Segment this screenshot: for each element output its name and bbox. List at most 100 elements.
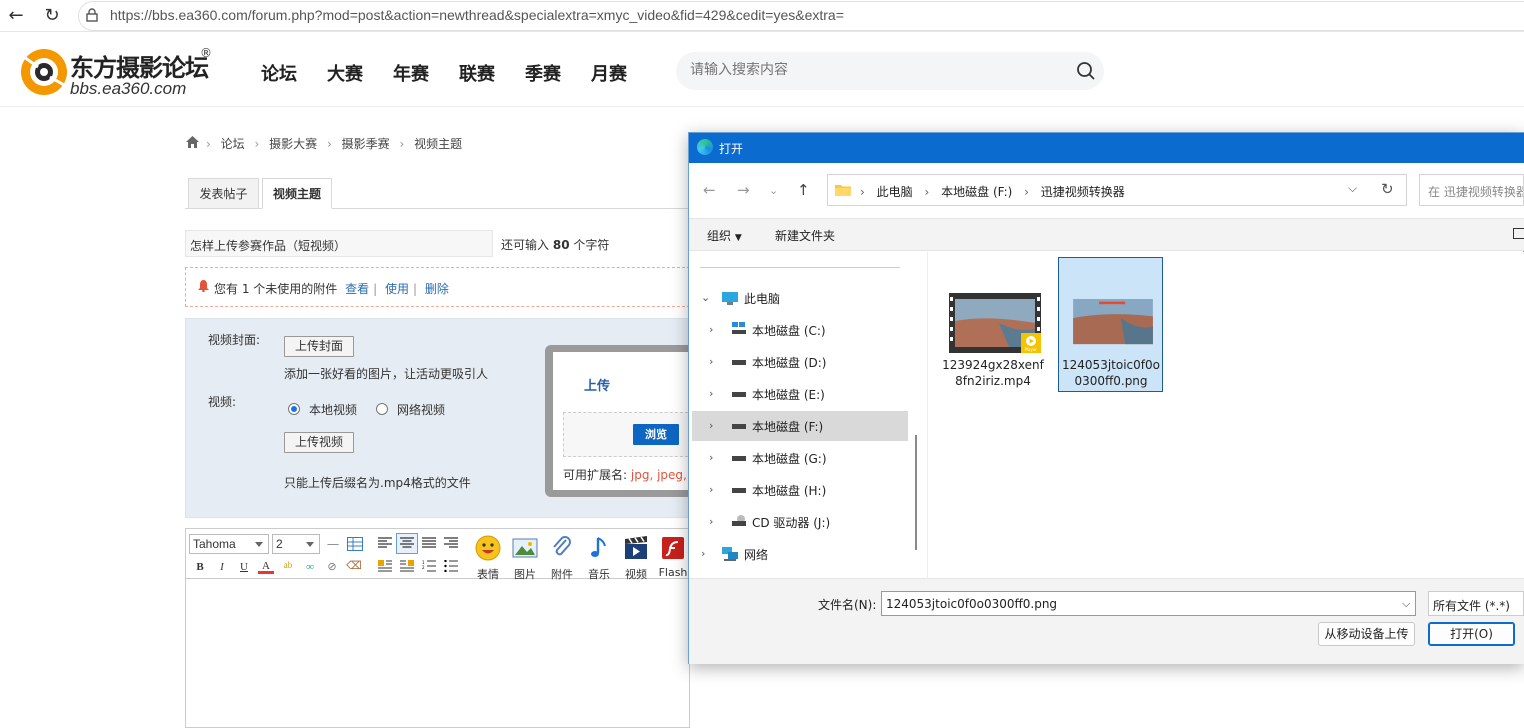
link-icon[interactable]: ∞ — [302, 559, 318, 575]
chevron-right-icon[interactable]: › — [709, 355, 713, 368]
nav-month[interactable]: 月赛 — [591, 60, 627, 86]
chevron-right-icon[interactable]: › — [709, 323, 713, 336]
size-select[interactable]: 2 — [272, 534, 320, 554]
site-info-icon[interactable] — [86, 8, 98, 22]
tree-item-this-pc[interactable]: ⌄ 此电脑 — [692, 283, 908, 313]
mobile-upload-button[interactable]: 从移动设备上传 — [1318, 622, 1415, 646]
local-video-label[interactable]: 本地视频 — [309, 401, 357, 418]
tree-scrollbar[interactable] — [915, 435, 917, 550]
unordered-list-icon[interactable] — [444, 560, 458, 572]
align-center-icon[interactable] — [400, 537, 414, 550]
filename-input[interactable]: 124053jtoic0f0o0300ff0.png — [881, 591, 1416, 616]
tree-item-drive-g[interactable]: › 本地磁盘 (G:) — [692, 443, 908, 473]
music-tool[interactable]: 音乐 — [584, 535, 614, 582]
tab-video[interactable]: 视频主题 — [262, 178, 332, 209]
nav-league[interactable]: 联赛 — [459, 60, 495, 86]
new-folder-button[interactable]: 新建文件夹 — [775, 227, 835, 244]
reload-icon[interactable]: ↻ — [40, 4, 64, 28]
expand-icon[interactable]: ⌄ — [701, 291, 710, 304]
breadcrumb-season[interactable]: 摄影季赛 — [342, 137, 390, 151]
emoji-tool[interactable]: 表情 — [473, 535, 503, 582]
upload-cover-button[interactable]: 上传封面 — [284, 336, 354, 357]
breadcrumb-contest[interactable]: 摄影大赛 — [269, 137, 317, 151]
local-video-radio[interactable] — [288, 403, 300, 415]
chevron-right-icon[interactable]: › — [709, 419, 713, 432]
tree-item-network[interactable]: › 网络 — [692, 539, 908, 569]
tree-item-cd-drive[interactable]: › CD 驱动器 (J:) — [692, 507, 908, 537]
clear-format-icon[interactable]: ⌫ — [346, 558, 362, 574]
filename-dropdown-icon[interactable]: ⌵ — [1402, 597, 1410, 611]
table-icon[interactable] — [347, 537, 363, 551]
nav-season[interactable]: 季赛 — [525, 60, 561, 86]
logo-title[interactable]: 东方摄影论坛 — [70, 48, 209, 83]
chevron-right-icon[interactable]: › — [701, 547, 705, 560]
upload-video-button[interactable]: 上传视频 — [284, 432, 354, 453]
browse-button[interactable]: 浏览 — [633, 424, 679, 445]
open-button[interactable]: 打开(O) — [1428, 622, 1515, 646]
breadcrumb-video[interactable]: 视频主题 — [414, 137, 462, 151]
chevron-right-icon[interactable]: › — [709, 515, 713, 528]
ordered-list-icon[interactable]: 12 — [422, 560, 436, 572]
flash-tool[interactable]: Flash — [658, 535, 688, 579]
use-attachment-link[interactable]: 使用 — [385, 282, 409, 296]
view-options-icon[interactable] — [1513, 228, 1524, 239]
tree-item-drive-e[interactable]: › 本地磁盘 (E:) — [692, 379, 908, 409]
dialog-titlebar[interactable] — [689, 133, 1524, 163]
delete-attachment-link[interactable]: 删除 — [425, 282, 449, 296]
search-icon[interactable] — [1076, 61, 1096, 81]
tree-item-drive-f[interactable]: › 本地磁盘 (F:) — [692, 411, 908, 441]
net-video-radio[interactable] — [376, 403, 388, 415]
subject-input[interactable]: 怎样上传参赛作品（短视频） — [185, 230, 493, 257]
dialog-search-input[interactable]: 在 迅捷视频转换器 中搜索 — [1419, 174, 1524, 206]
italic-icon[interactable]: I — [214, 559, 230, 575]
nav-annual[interactable]: 年赛 — [393, 60, 429, 86]
attachment-tool[interactable]: 附件 — [547, 535, 577, 582]
file-item-png[interactable]: 124053jtoic0f0o0300ff0.png — [1059, 257, 1163, 391]
align-right-icon[interactable] — [444, 537, 458, 550]
up-folder-icon[interactable]: ↑ — [797, 181, 810, 199]
align-left-icon[interactable] — [378, 537, 392, 550]
path-folder[interactable]: 迅捷视频转换器 — [1041, 185, 1125, 199]
bold-icon[interactable]: B — [192, 559, 208, 575]
file-item-mp4[interactable]: Player 123924gx28xenf8fn2iriz.mp4 — [941, 257, 1045, 391]
path-dropdown-icon[interactable]: ⌵ — [1348, 181, 1357, 196]
net-video-label[interactable]: 网络视频 — [397, 401, 445, 418]
site-logo-icon[interactable] — [18, 45, 70, 99]
float-right-icon[interactable] — [400, 560, 414, 572]
logo-domain[interactable]: bbs.ea360.com — [70, 79, 186, 99]
back-arrow-icon[interactable]: ← — [4, 4, 28, 28]
breadcrumb-forum[interactable]: 论坛 — [221, 137, 245, 151]
font-color-icon[interactable]: A — [258, 558, 274, 574]
organize-menu[interactable]: 组织 ▼ — [707, 227, 742, 244]
font-select[interactable]: Tahoma — [189, 534, 269, 554]
nav-contest[interactable]: 大赛 — [327, 60, 363, 86]
align-justify-icon[interactable] — [422, 537, 436, 550]
tree-item-drive-d[interactable]: › 本地磁盘 (D:) — [692, 347, 908, 377]
back-icon[interactable]: ← — [703, 181, 716, 199]
forward-icon[interactable]: → — [737, 181, 750, 199]
path-this-pc[interactable]: 此电脑 — [877, 185, 913, 199]
image-tool[interactable]: 图片 — [510, 535, 540, 582]
folder-icon — [835, 185, 851, 196]
path-drive-f[interactable]: 本地磁盘 (F:) — [941, 185, 1012, 199]
video-tool[interactable]: 视频 — [621, 535, 651, 582]
refresh-icon[interactable]: ↻ — [1381, 180, 1394, 198]
tree-item-drive-h[interactable]: › 本地磁盘 (H:) — [692, 475, 908, 505]
home-icon[interactable] — [186, 136, 199, 148]
unlink-icon[interactable]: ⊘ — [324, 559, 340, 575]
recent-dropdown-icon[interactable]: ⌄ — [769, 184, 778, 197]
horizontal-rule-icon[interactable]: — — [325, 536, 341, 552]
float-left-icon[interactable] — [378, 560, 392, 572]
url-text[interactable]: https://bbs.ea360.com/forum.php?mod=post… — [110, 7, 844, 23]
chevron-right-icon[interactable]: › — [709, 387, 713, 400]
filetype-select[interactable]: 所有文件 (*.*) — [1428, 591, 1524, 616]
tree-item-drive-c[interactable]: › 本地磁盘 (C:) — [692, 315, 908, 345]
chevron-right-icon[interactable]: › — [709, 451, 713, 464]
tab-post[interactable]: 发表帖子 — [188, 178, 259, 209]
nav-forum[interactable]: 论坛 — [261, 60, 297, 86]
chevron-right-icon[interactable]: › — [709, 483, 713, 496]
underline-icon[interactable]: U — [236, 559, 252, 575]
search-input[interactable] — [690, 62, 1050, 78]
highlight-icon[interactable]: ab — [280, 557, 296, 573]
view-attachment-link[interactable]: 查看 — [345, 282, 369, 296]
